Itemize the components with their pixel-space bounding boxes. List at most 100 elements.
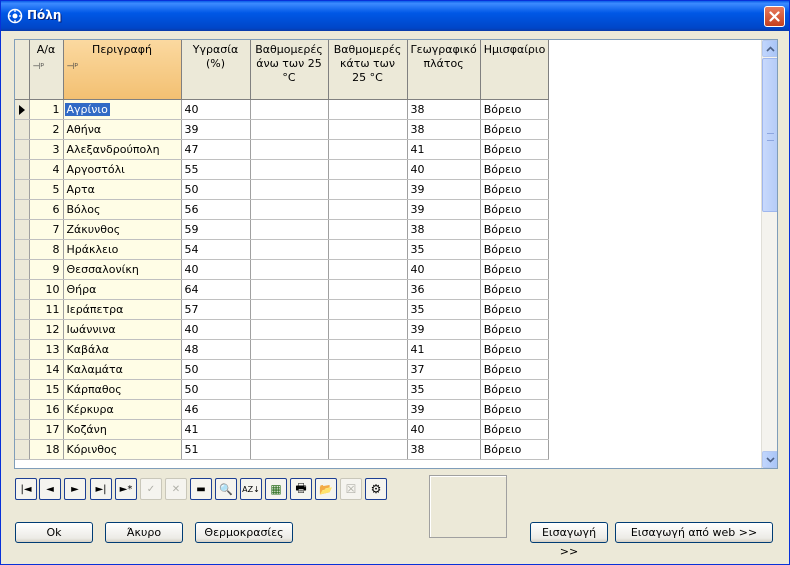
- cell-degree-days-above[interactable]: [250, 299, 329, 320]
- cell-humidity[interactable]: 41: [181, 419, 251, 440]
- cell-aa[interactable]: 13: [29, 339, 64, 360]
- row-indicator[interactable]: [15, 339, 30, 360]
- table-row[interactable]: 4 Αργοστόλι 55 40 Βόρειο: [15, 159, 550, 180]
- cell-degree-days-below[interactable]: [328, 419, 408, 440]
- cell-hemisphere[interactable]: Βόρειο: [480, 339, 550, 360]
- cell-description[interactable]: Ζάκυνθος: [63, 219, 182, 240]
- row-indicator[interactable]: [15, 239, 30, 260]
- column-header-latitude[interactable]: Γεωγραφικό πλάτος: [407, 40, 481, 100]
- cell-aa[interactable]: 9: [29, 259, 64, 280]
- table-row[interactable]: 11 Ιεράπετρα 57 35 Βόρειο: [15, 299, 550, 320]
- cell-degree-days-above[interactable]: [250, 179, 329, 200]
- cell-degree-days-above[interactable]: [250, 219, 329, 240]
- table-row[interactable]: 10 Θήρα 64 36 Βόρειο: [15, 279, 550, 300]
- row-indicator[interactable]: [15, 139, 30, 160]
- cell-degree-days-below[interactable]: [328, 139, 408, 160]
- cell-degree-days-below[interactable]: [328, 279, 408, 300]
- cancel-button[interactable]: Άκυρο: [105, 522, 183, 543]
- row-indicator[interactable]: [15, 199, 30, 220]
- data-grid[interactable]: Α/α ⊣ᵖ Περιγραφή ⊣ᵖ Υγρασία (%) Βαθμομερές…: [14, 39, 778, 469]
- cell-aa[interactable]: 4: [29, 159, 64, 180]
- cell-hemisphere[interactable]: Βόρειο: [480, 399, 550, 420]
- cell-hemisphere[interactable]: Βόρειο: [480, 239, 550, 260]
- title-bar[interactable]: Πόλη: [1, 1, 789, 31]
- cell-degree-days-below[interactable]: [328, 239, 408, 260]
- cell-degree-days-above[interactable]: [250, 379, 329, 400]
- cell-aa[interactable]: 18: [29, 439, 64, 460]
- cell-description[interactable]: Καλαμάτα: [63, 359, 182, 380]
- cell-hemisphere[interactable]: Βόρειο: [480, 379, 550, 400]
- row-indicator[interactable]: [15, 319, 30, 340]
- cell-description[interactable]: Κέρκυρα: [63, 399, 182, 420]
- last-record-button[interactable]: ►|: [90, 478, 112, 500]
- cell-latitude[interactable]: 40: [407, 259, 481, 280]
- cell-hemisphere[interactable]: Βόρειο: [480, 259, 550, 280]
- cell-degree-days-below[interactable]: [328, 379, 408, 400]
- cell-degree-days-below[interactable]: [328, 359, 408, 380]
- cell-degree-days-above[interactable]: [250, 99, 329, 120]
- cell-description[interactable]: Καβάλα: [63, 339, 182, 360]
- cell-degree-days-above[interactable]: [250, 279, 329, 300]
- cell-hemisphere[interactable]: Βόρειο: [480, 119, 550, 140]
- cell-description[interactable]: Βόλος: [63, 199, 182, 220]
- clear-button[interactable]: ☒: [340, 478, 362, 500]
- cell-description[interactable]: Κοζάνη: [63, 419, 182, 440]
- cell-latitude[interactable]: 35: [407, 239, 481, 260]
- cell-degree-days-below[interactable]: [328, 259, 408, 280]
- cell-latitude[interactable]: 39: [407, 179, 481, 200]
- cell-aa[interactable]: 12: [29, 319, 64, 340]
- table-row[interactable]: 14 Καλαμάτα 50 37 Βόρειο: [15, 359, 550, 380]
- cell-humidity[interactable]: 50: [181, 179, 251, 200]
- cell-degree-days-below[interactable]: [328, 339, 408, 360]
- cell-hemisphere[interactable]: Βόρειο: [480, 199, 550, 220]
- table-row[interactable]: 1 Αγρίνιο 40 38 Βόρειο: [15, 99, 550, 120]
- table-row[interactable]: 17 Κοζάνη 41 40 Βόρειο: [15, 419, 550, 440]
- row-indicator[interactable]: [15, 159, 30, 180]
- cell-latitude[interactable]: 36: [407, 279, 481, 300]
- cell-humidity[interactable]: 40: [181, 259, 251, 280]
- table-row[interactable]: 16 Κέρκυρα 46 39 Βόρειο: [15, 399, 550, 420]
- cell-description[interactable]: Θήρα: [63, 279, 182, 300]
- cell-latitude[interactable]: 40: [407, 419, 481, 440]
- cell-hemisphere[interactable]: Βόρειο: [480, 279, 550, 300]
- table-row[interactable]: 18 Κόρινθος 51 38 Βόρειο: [15, 439, 550, 460]
- cell-hemisphere[interactable]: Βόρειο: [480, 319, 550, 340]
- cell-latitude[interactable]: 41: [407, 139, 481, 160]
- cell-degree-days-above[interactable]: [250, 319, 329, 340]
- column-header-description[interactable]: Περιγραφή ⊣ᵖ: [63, 40, 182, 100]
- cell-humidity[interactable]: 50: [181, 379, 251, 400]
- row-indicator[interactable]: [15, 399, 30, 420]
- tools-button[interactable]: ⚙: [365, 478, 387, 500]
- cell-humidity[interactable]: 54: [181, 239, 251, 260]
- column-header-hemisphere[interactable]: Ημισφαίριο: [480, 40, 550, 100]
- table-row[interactable]: 15 Κάρπαθος 50 35 Βόρειο: [15, 379, 550, 400]
- row-indicator[interactable]: [15, 419, 30, 440]
- cell-degree-days-below[interactable]: [328, 219, 408, 240]
- cell-aa[interactable]: 10: [29, 279, 64, 300]
- cell-humidity[interactable]: 40: [181, 319, 251, 340]
- cell-degree-days-above[interactable]: [250, 259, 329, 280]
- cell-degree-days-below[interactable]: [328, 99, 408, 120]
- table-row[interactable]: 5 Αρτα 50 39 Βόρειο: [15, 179, 550, 200]
- cell-humidity[interactable]: 57: [181, 299, 251, 320]
- cell-hemisphere[interactable]: Βόρειο: [480, 439, 550, 460]
- row-indicator[interactable]: [15, 279, 30, 300]
- cell-description[interactable]: Κάρπαθος: [63, 379, 182, 400]
- cell-latitude[interactable]: 39: [407, 399, 481, 420]
- filter-button[interactable]: ▦: [265, 478, 287, 500]
- delete-record-button[interactable]: ▬: [190, 478, 212, 500]
- cell-aa[interactable]: 17: [29, 419, 64, 440]
- cell-degree-days-above[interactable]: [250, 139, 329, 160]
- row-indicator[interactable]: [15, 439, 30, 460]
- cell-latitude[interactable]: 40: [407, 159, 481, 180]
- cell-latitude[interactable]: 35: [407, 379, 481, 400]
- temperatures-button[interactable]: Θερμοκρασίες: [195, 522, 293, 543]
- cell-latitude[interactable]: 38: [407, 119, 481, 140]
- cell-aa[interactable]: 5: [29, 179, 64, 200]
- column-header-degree-days-below[interactable]: Βαθμομερές κάτω των 25 °C: [328, 40, 408, 100]
- cell-latitude[interactable]: 38: [407, 219, 481, 240]
- cell-hemisphere[interactable]: Βόρειο: [480, 359, 550, 380]
- table-row[interactable]: 7 Ζάκυνθος 59 38 Βόρειο: [15, 219, 550, 240]
- cell-degree-days-above[interactable]: [250, 119, 329, 140]
- scroll-up-button[interactable]: [762, 40, 777, 57]
